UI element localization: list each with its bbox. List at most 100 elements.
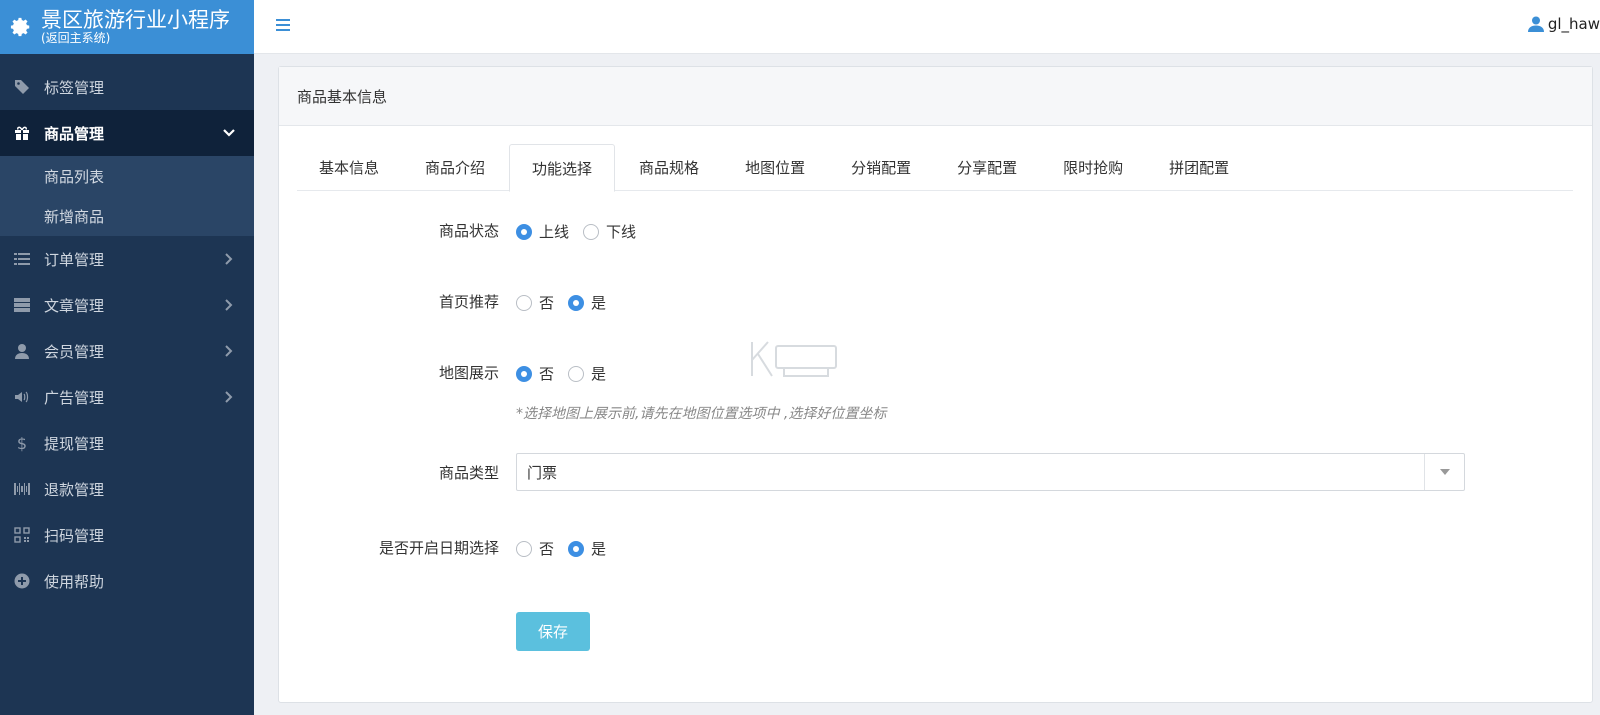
date-select-label: 是否开启日期选择 <box>378 539 499 557</box>
radio-label: 是 <box>591 540 607 558</box>
sidebar-menu: 标签管理 商品管理 商品列表 新增商品 订单管理 文章管理 会员管理 广告管理 … <box>0 64 254 604</box>
sidebar: 景区旅游行业小程序 (返回主系统) 标签管理 商品管理 商品列表 新增商品 订单… <box>0 0 254 715</box>
barcode-icon <box>12 480 32 498</box>
tab-bar: 基本信息 商品介绍 功能选择 商品规格 地图位置 分销配置 分享配置 限时抢购 … <box>297 144 1573 192</box>
map-display-label-box: 地图展示 <box>279 362 499 386</box>
status-offline-radio[interactable]: 下线 <box>583 221 636 242</box>
product-type-label-box: 商品类型 <box>279 462 499 486</box>
map-display-hint: *选择地图上展示前,请先在地图位置选项中 ,选择好位置坐标 <box>516 406 887 422</box>
chevron-right-icon <box>225 253 233 265</box>
radio-checked-icon <box>568 294 585 311</box>
tab-product-spec[interactable]: 商品规格 <box>617 144 721 191</box>
sidebar-item-orders[interactable]: 订单管理 <box>0 236 254 282</box>
home-recommend-label: 首页推荐 <box>438 293 499 311</box>
products-submenu: 商品列表 新增商品 <box>0 156 254 236</box>
sidebar-item-refunds[interactable]: 退款管理 <box>0 466 254 512</box>
sidebar-item-tags[interactable]: 标签管理 <box>0 64 254 110</box>
sidebar-item-label: 使用帮助 <box>44 572 105 591</box>
status-radio-group: 上线 下线 <box>516 221 650 242</box>
tab-function-select[interactable]: 功能选择 <box>509 144 616 192</box>
sidebar-item-label: 会员管理 <box>44 342 105 361</box>
product-type-value: 门票 <box>527 463 558 482</box>
hamburger-menu-icon[interactable] <box>276 18 290 32</box>
status-online-radio[interactable]: 上线 <box>516 221 569 242</box>
radio-label: 是 <box>591 294 607 312</box>
tag-icon <box>12 78 32 96</box>
save-button[interactable]: 保存 <box>516 612 590 651</box>
radio-label: 上线 <box>539 223 570 241</box>
sidebar-subitem-add-product[interactable]: 新增商品 <box>0 196 254 236</box>
server-icon <box>12 296 32 314</box>
map-display-yes-radio[interactable]: 是 <box>568 363 606 384</box>
radio-unchecked-icon <box>568 365 585 382</box>
radio-label: 否 <box>539 540 555 558</box>
volume-icon <box>12 388 32 406</box>
brand-header[interactable]: 景区旅游行业小程序 (返回主系统) <box>0 0 254 54</box>
sidebar-subitem-product-list[interactable]: 商品列表 <box>0 156 254 196</box>
tab-share-config[interactable]: 分享配置 <box>935 144 1039 191</box>
sidebar-item-label: 扫码管理 <box>44 526 105 545</box>
home-recommend-no-radio[interactable]: 否 <box>516 292 554 313</box>
sidebar-item-withdraw[interactable]: $ 提现管理 <box>0 420 254 466</box>
top-bar: gl_haw <box>254 0 1600 54</box>
product-form-card: 商品基本信息 基本信息 商品介绍 功能选择 商品规格 地图位置 分销配置 分享配… <box>278 66 1593 703</box>
dollar-icon: $ <box>16 433 28 453</box>
sidebar-item-label: 标签管理 <box>44 78 105 97</box>
sidebar-item-ads[interactable]: 广告管理 <box>0 374 254 420</box>
home-recommend-label-box: 首页推荐 <box>279 291 499 315</box>
chevron-right-icon <box>225 299 233 311</box>
gift-icon <box>12 124 32 142</box>
tab-basic-info[interactable]: 基本信息 <box>297 144 401 191</box>
back-to-main-link[interactable]: (返回主系统) <box>41 31 230 46</box>
sidebar-item-products[interactable]: 商品管理 <box>0 110 254 156</box>
sidebar-item-articles[interactable]: 文章管理 <box>0 282 254 328</box>
radio-unchecked-icon <box>516 540 532 557</box>
sidebar-item-label: 文章管理 <box>44 296 105 315</box>
sidebar-item-label: 退款管理 <box>44 480 105 499</box>
radio-label: 下线 <box>606 223 637 241</box>
radio-label: 否 <box>539 294 555 312</box>
user-menu[interactable]: gl_haw <box>1527 15 1600 33</box>
map-display-no-radio[interactable]: 否 <box>516 363 554 384</box>
sidebar-item-scan[interactable]: 扫码管理 <box>0 512 254 558</box>
map-display-radio-group: 否 是 <box>516 363 620 384</box>
radio-checked-icon <box>568 540 585 557</box>
qrcode-icon <box>12 526 32 544</box>
sidebar-item-label: 商品管理 <box>44 124 105 143</box>
sidebar-item-label: 提现管理 <box>44 434 105 453</box>
radio-label: 否 <box>539 365 555 383</box>
status-label: 商品状态 <box>438 222 499 240</box>
radio-label: 是 <box>591 365 607 383</box>
username: gl_haw <box>1547 15 1600 33</box>
radio-checked-icon <box>516 365 532 382</box>
date-select-no-radio[interactable]: 否 <box>516 538 554 559</box>
card-title: 商品基本信息 <box>279 67 1592 126</box>
tab-flash-sale[interactable]: 限时抢购 <box>1041 144 1145 191</box>
date-select-label-box: 是否开启日期选择 <box>279 537 499 561</box>
chevron-down-icon <box>223 129 235 137</box>
list-icon <box>12 250 32 268</box>
status-label-box: 商品状态 <box>279 220 499 244</box>
date-select-yes-radio[interactable]: 是 <box>568 538 606 559</box>
tab-product-intro[interactable]: 商品介绍 <box>403 144 507 191</box>
sidebar-item-label: 广告管理 <box>44 388 105 407</box>
tab-map-location[interactable]: 地图位置 <box>723 144 827 191</box>
user-icon <box>1527 16 1544 32</box>
sidebar-item-help[interactable]: 使用帮助 <box>0 558 254 604</box>
user-icon <box>12 342 32 360</box>
map-display-label: 地图展示 <box>438 364 499 382</box>
app-title: 景区旅游行业小程序 <box>41 8 230 33</box>
radio-unchecked-icon <box>583 223 600 240</box>
sidebar-item-members[interactable]: 会员管理 <box>0 328 254 374</box>
tab-distribution-config[interactable]: 分销配置 <box>829 144 933 191</box>
tab-group-buy-config[interactable]: 拼团配置 <box>1147 144 1251 191</box>
home-recommend-yes-radio[interactable]: 是 <box>568 292 606 313</box>
caret-down-icon <box>1424 454 1464 490</box>
chevron-right-icon <box>225 391 233 403</box>
plus-circle-icon <box>12 572 32 590</box>
product-type-select[interactable]: 门票 <box>516 453 1465 491</box>
product-type-label: 商品类型 <box>438 464 499 482</box>
chevron-right-icon <box>225 345 233 357</box>
date-select-radio-group: 否 是 <box>516 538 620 559</box>
watermark-logo <box>751 341 837 377</box>
